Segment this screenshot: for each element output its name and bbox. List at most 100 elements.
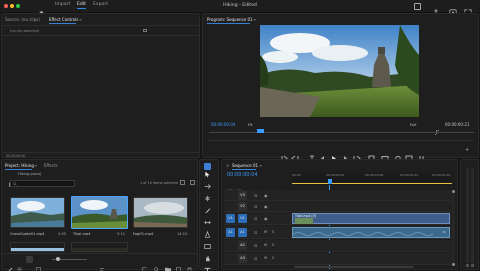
app-window: Import Edit Export Hiking - Edited Sourc… [0,0,480,271]
tab-program[interactable]: Program: Sequence 01 [207,17,253,22]
track-label[interactable]: V2 [238,202,247,211]
track-label[interactable]: A1 [238,228,247,237]
eye-icon[interactable]: ◉ [264,216,268,221]
audio-clip[interactable]: fx [292,227,450,238]
ripple-edit-tool-icon[interactable] [204,187,211,202]
panel-menu-icon[interactable]: ≡ [79,17,82,22]
solo-button[interactable]: S [272,256,274,260]
video-clip[interactable]: Tikal.mp4 [V] [292,213,450,224]
type-tool-icon[interactable] [204,259,211,271]
find-icon[interactable] [154,257,159,271]
clip-thumbnail[interactable] [71,242,128,252]
resolution-select[interactable]: Full [410,122,417,127]
lock-icon[interactable]: ⊡ [254,256,257,261]
time-ruler[interactable]: 00:00 00:00:00:04 00:00:00:08 00:00:00:1… [292,172,452,185]
track-label[interactable]: A2 [238,241,247,250]
wrench-icon[interactable] [434,121,440,140]
solo-button[interactable]: S [272,243,274,247]
timeline-horizontal-scrollbar[interactable] [294,266,414,268]
list-view-button[interactable] [17,257,22,271]
title-bar: Import Edit Export Hiking - Edited [0,0,480,17]
tab-project[interactable]: Project: Hiking [5,163,34,168]
panel-menu-icon[interactable]: ≡ [253,17,256,22]
pen-tool-icon[interactable] [204,223,211,238]
zoom-select[interactable]: Fit [248,122,252,127]
ruler-label: 00:00:00:12 [400,173,419,177]
track-a2[interactable] [224,240,452,252]
timeline-vertical-scrollbar[interactable] [452,190,455,266]
panel-menu-icon[interactable]: ≡ [259,163,262,168]
icon-view-button[interactable] [26,256,33,263]
scroll-handle-bottom[interactable] [452,263,455,266]
clip-thumbnail[interactable] [10,242,65,252]
mute-button[interactable]: M [264,230,267,234]
hand-tool-icon[interactable] [204,247,211,262]
clip-duration: 14:10 [177,232,188,236]
workspace-icon[interactable] [414,3,421,10]
lock-icon[interactable]: ⊡ [254,243,257,248]
timeline-tools [227,180,287,196]
panel-view-icon[interactable] [143,29,147,32]
mute-button[interactable]: M [264,243,267,247]
add-button-icon[interactable]: + [465,147,469,153]
clip-name: Fog01.mp4 [133,232,154,236]
lock-icon[interactable]: ⊡ [254,230,257,235]
pencil-icon[interactable] [8,257,13,271]
eye-icon[interactable]: ◉ [264,204,268,209]
divider [2,25,199,26]
clip-thumbnail[interactable] [10,197,65,228]
tab-source[interactable]: Source: (no clips) [5,17,40,22]
sort-icon[interactable] [99,257,105,271]
solo-button[interactable]: S [272,230,274,234]
solo-left-button[interactable] [466,264,469,267]
clip-thumbnail[interactable] [133,197,188,228]
zoom-slider-handle[interactable] [56,257,60,261]
rectangle-tool-icon[interactable] [204,235,211,249]
solo-right-button[interactable] [471,264,474,267]
panel-menu-icon[interactable]: ≡ [34,163,37,168]
effect-controls-panel: Source: (no clips) Effect Controls ≡ (no… [1,13,200,168]
track-v2[interactable] [224,201,452,212]
mute-button[interactable]: M [264,256,267,260]
active-tab-indicator [232,169,256,170]
selection-status: 1 of 10 items selected [140,181,178,185]
lock-icon[interactable]: ⊡ [254,193,257,198]
close-sequence-icon[interactable]: × [226,163,229,168]
new-bin-button[interactable] [165,257,171,271]
selection-tool-icon[interactable] [204,163,211,178]
track-a3[interactable] [224,253,452,265]
eye-icon[interactable]: ◉ [264,193,268,198]
program-scrub-bar[interactable] [209,132,474,133]
tab-effect-controls[interactable]: Effect Controls [49,17,78,22]
timeline-timecode[interactable]: 00:00:00:04 [227,172,258,178]
track-label[interactable]: V1 [238,214,247,223]
timeline-playhead-handle[interactable] [328,179,332,184]
tab-sequence[interactable]: Sequence 01 [232,163,258,168]
trash-icon[interactable] [187,257,192,271]
list-view-icon[interactable] [190,180,195,185]
clip-thumbnail-selected[interactable] [71,196,128,229]
program-video-frame[interactable] [260,25,419,117]
work-area-bar[interactable] [292,183,452,184]
search-input[interactable] [10,180,75,187]
scroll-handle-top[interactable] [452,190,455,193]
tab-effects[interactable]: Effects [44,163,58,168]
clip-duration: 5:11 [117,232,126,236]
clip-name: CrossGuate01.mp4 [10,232,45,236]
track-select-tool-icon[interactable] [204,175,211,189]
slip-tool-icon[interactable] [204,211,211,225]
track-label[interactable]: V3 [238,191,247,200]
track-label[interactable]: A3 [238,254,247,263]
track-v3[interactable] [224,190,452,201]
razor-tool-icon[interactable] [204,199,211,214]
program-playhead[interactable] [257,129,264,133]
automate-icon[interactable] [142,257,147,271]
program-playhead-timecode[interactable]: 00:00:00:04 [211,122,235,127]
lock-icon[interactable]: ⊡ [254,204,257,209]
freeform-view-button[interactable] [36,257,41,271]
lock-icon[interactable]: ⊡ [254,216,257,221]
new-item-button[interactable] [176,257,181,271]
new-bin-icon[interactable] [180,180,185,185]
source-patch-v1[interactable]: V1 [226,214,235,223]
source-patch-a1[interactable]: A1 [226,228,235,237]
